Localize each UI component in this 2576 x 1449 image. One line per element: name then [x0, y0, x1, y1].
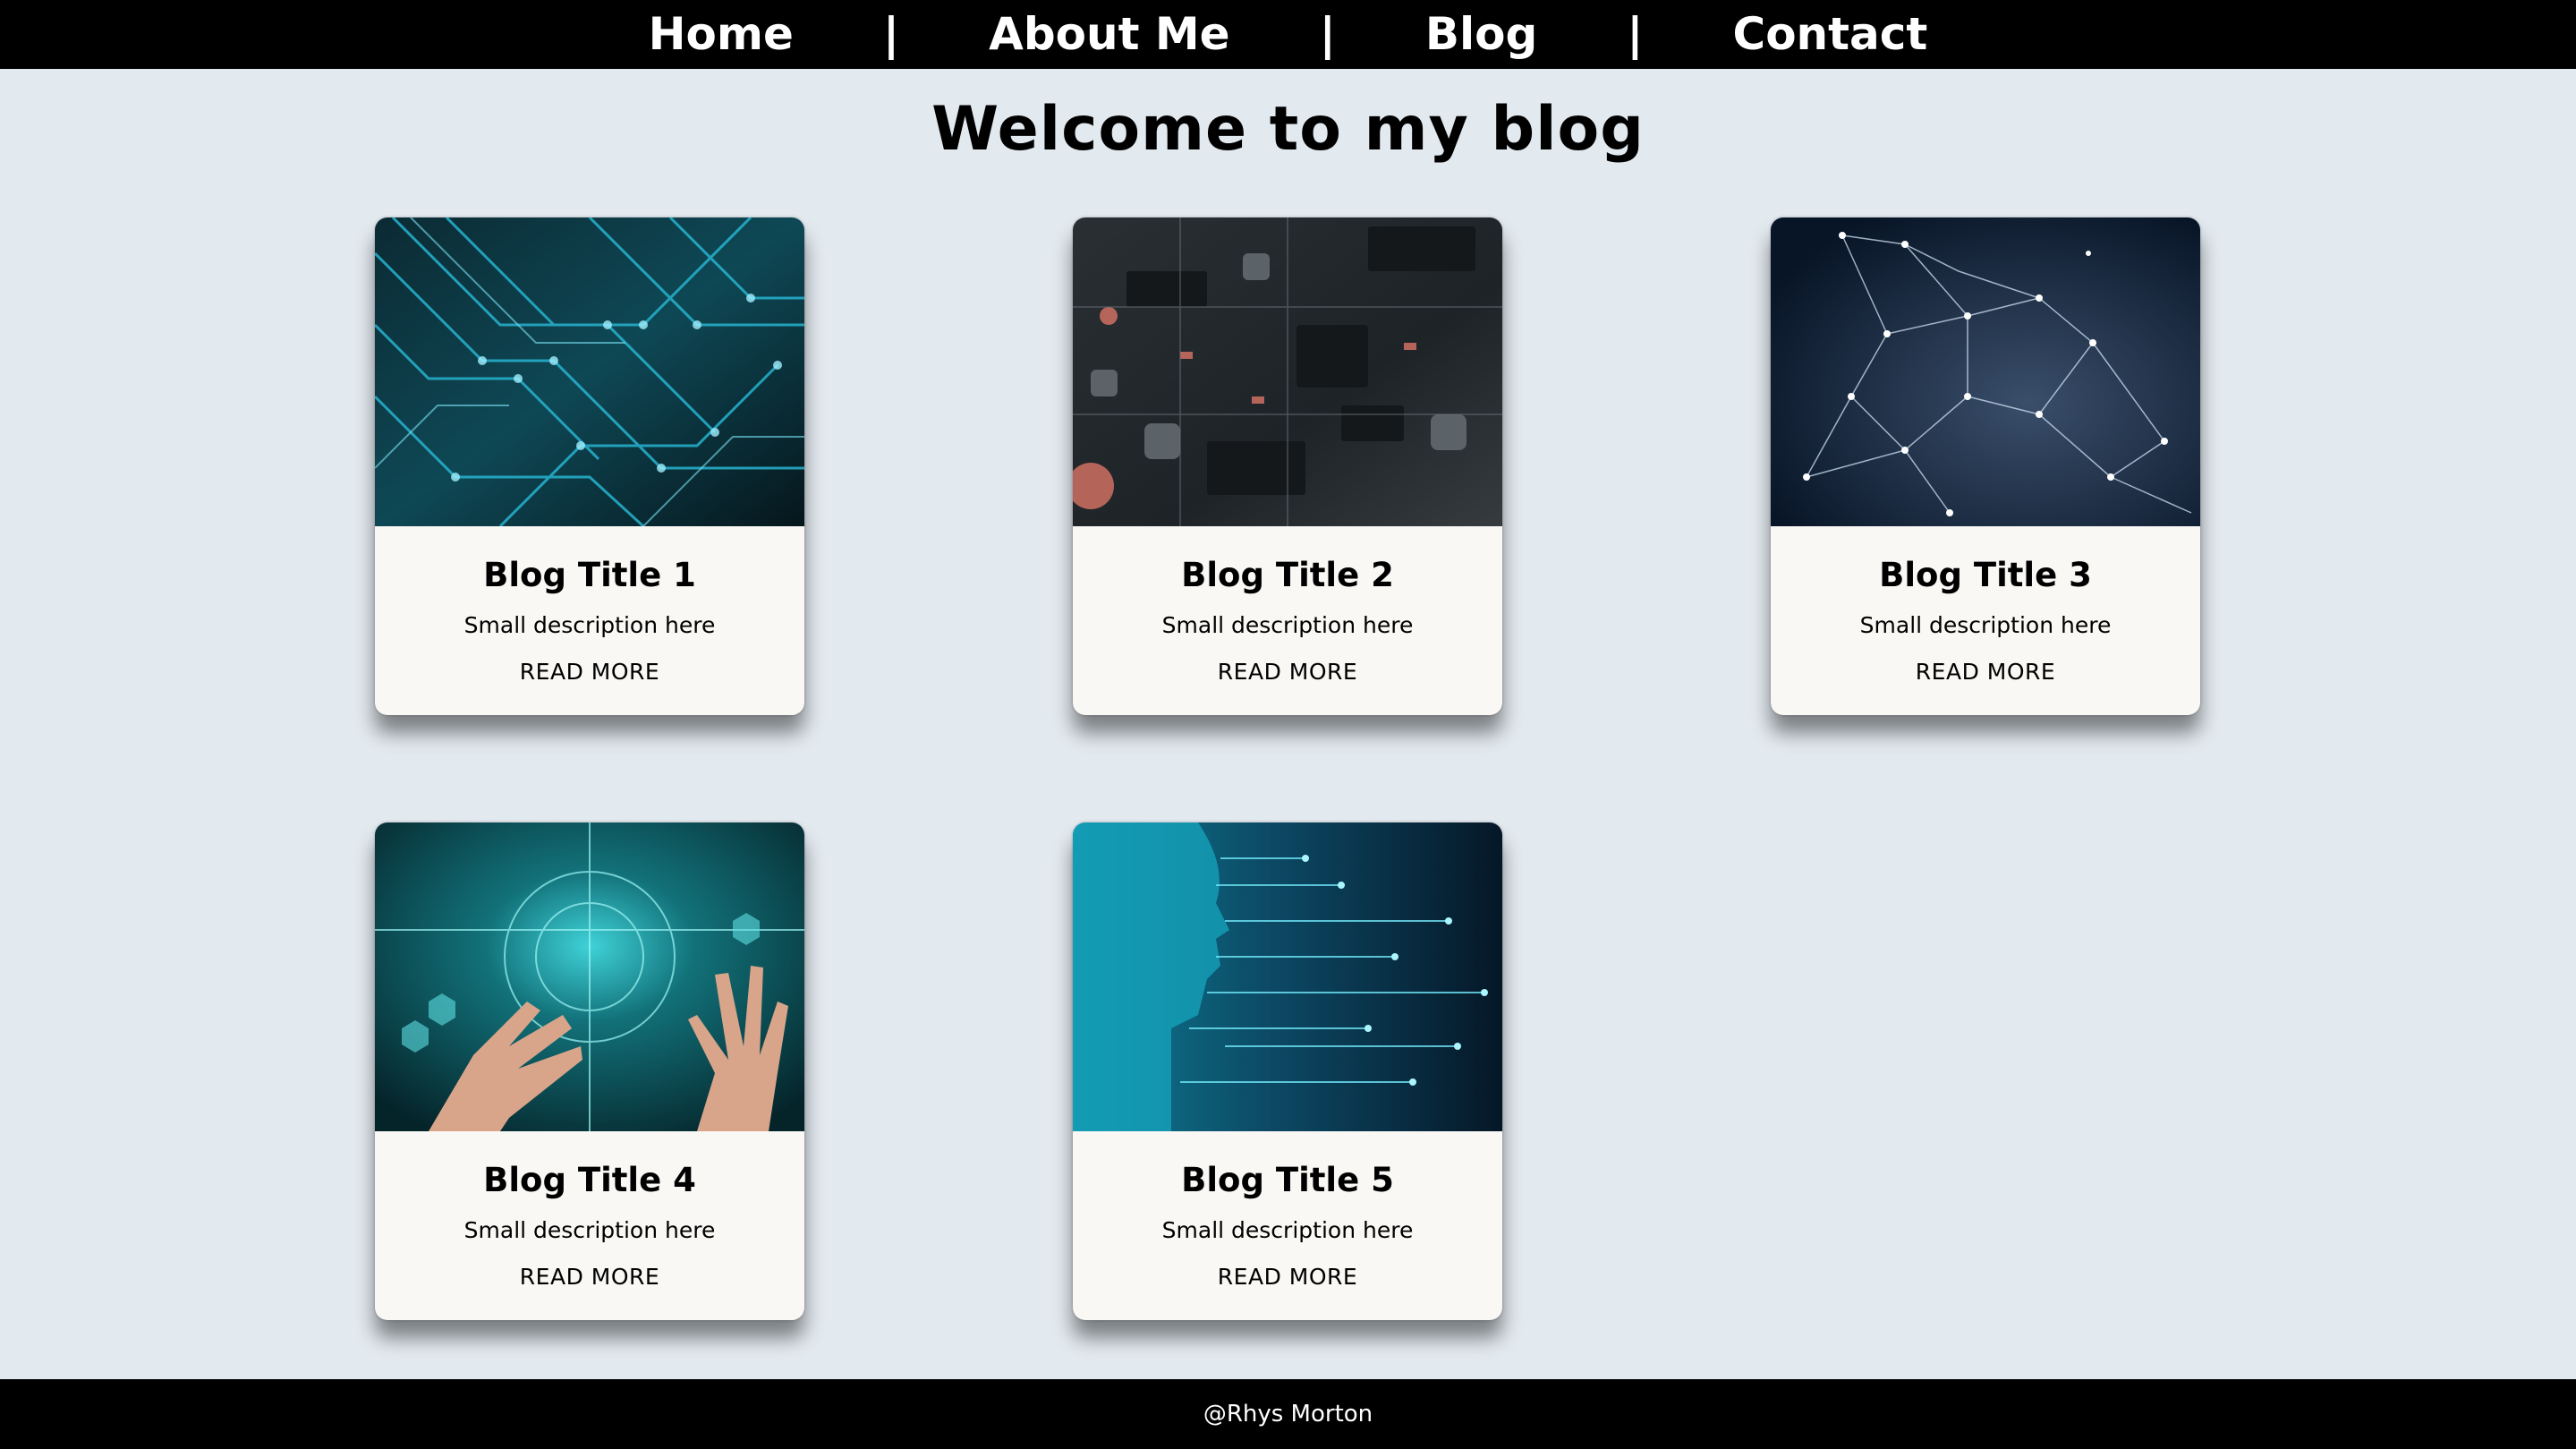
nav-blog-link[interactable]: Blog — [1336, 0, 1627, 69]
blog-card[interactable]: Blog Title 4 Small description here READ… — [375, 823, 804, 1320]
top-nav: Home | About Me | Blog | Contact — [0, 0, 2576, 69]
nav-separator: | — [1627, 8, 1644, 60]
blog-card[interactable]: Blog Title 1 Small description here READ… — [375, 217, 804, 715]
read-more-link[interactable]: READ MORE — [1771, 659, 2200, 685]
network-mesh-image[interactable] — [1771, 217, 2200, 526]
ai-head-image[interactable] — [1073, 823, 1502, 1131]
circuit-board-image[interactable] — [375, 217, 804, 526]
blog-card-title: Blog Title 1 — [483, 556, 696, 594]
blog-card-title: Blog Title 5 — [1181, 1161, 1394, 1199]
blog-card-title: Blog Title 4 — [483, 1161, 696, 1199]
nav-about-link[interactable]: About Me — [899, 0, 1319, 69]
read-more-link[interactable]: READ MORE — [1073, 659, 1502, 685]
blog-card-description: Small description here — [1859, 612, 2112, 638]
blog-card[interactable]: Blog Title 5 Small description here READ… — [1073, 823, 1502, 1320]
page-title: Welcome to my blog — [931, 94, 1645, 165]
page: Home | About Me | Blog | Contact Welcome… — [0, 0, 2576, 1449]
nav-home-link[interactable]: Home — [559, 0, 883, 69]
blog-card-description: Small description here — [1161, 1217, 1414, 1243]
blog-card-description: Small description here — [463, 612, 716, 638]
nav-separator: | — [1319, 8, 1336, 60]
footer-text: @Rhys Morton — [1203, 1401, 1373, 1428]
nav-contact-link[interactable]: Contact — [1644, 0, 2018, 69]
blog-card[interactable]: Blog Title 2 Small description here READ… — [1073, 217, 1502, 715]
blog-card-title: Blog Title 3 — [1879, 556, 2092, 594]
read-more-link[interactable]: READ MORE — [1073, 1264, 1502, 1290]
motherboard-image[interactable] — [1073, 217, 1502, 526]
read-more-link[interactable]: READ MORE — [375, 659, 804, 685]
nav-separator: | — [882, 8, 900, 60]
blog-card[interactable]: Blog Title 3 Small description here READ… — [1771, 217, 2200, 715]
hands-digital-image[interactable] — [375, 823, 804, 1131]
footer: @Rhys Morton — [0, 1379, 2576, 1449]
blog-card-description: Small description here — [463, 1217, 716, 1243]
blog-card-description: Small description here — [1161, 612, 1414, 638]
read-more-link[interactable]: READ MORE — [375, 1264, 804, 1290]
blog-card-title: Blog Title 2 — [1181, 556, 1394, 594]
